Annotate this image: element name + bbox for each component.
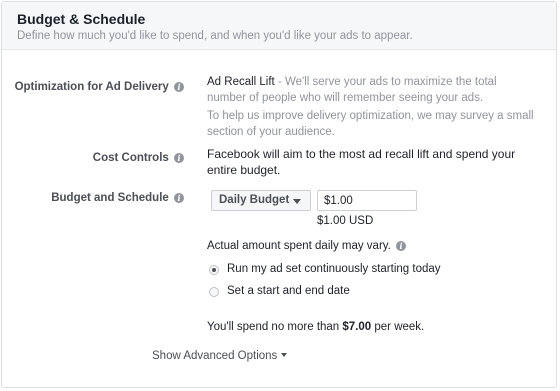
- optimization-name: Ad Recall Lift: [207, 76, 275, 88]
- info-icon[interactable]: i: [396, 241, 407, 251]
- budget-schedule-card: Budget & Schedule Define how much you'd …: [1, 1, 557, 388]
- optimization-value: Ad Recall Lift - We'll serve your ads to…: [207, 74, 537, 106]
- show-advanced-options-link[interactable]: Show Advanced Options: [152, 350, 288, 362]
- summary-amount: $7.00: [342, 321, 372, 333]
- info-icon[interactable]: i: [174, 82, 184, 92]
- budget-type-selected: Daily Budget: [219, 194, 290, 206]
- section-header: Budget & Schedule Define how much you'd …: [2, 2, 556, 50]
- radio-run-continuously-label[interactable]: Run my ad set continuously starting toda…: [227, 263, 441, 275]
- cost-controls-value: Facebook will aim to the most ad recall …: [207, 147, 516, 177]
- summary-prefix: You'll spend no more than: [207, 321, 343, 333]
- weekly-spend-summary: You'll spend no more than $7.00 per week…: [207, 319, 424, 335]
- cost-controls-label-text: Cost Controls: [92, 152, 169, 164]
- budget-schedule-label: Budget and Schedule i: [51, 192, 184, 204]
- radio-start-end-date-label[interactable]: Set a start and end date: [227, 285, 350, 297]
- info-icon[interactable]: i: [174, 153, 184, 163]
- section-subtitle: Define how much you'd like to spend, and…: [17, 30, 413, 42]
- budget-type-dropdown[interactable]: Daily Budget: [211, 190, 311, 211]
- cost-controls-label: Cost Controls i: [93, 152, 184, 164]
- caret-down-icon: [293, 199, 301, 204]
- radio-run-continuously[interactable]: [209, 265, 219, 275]
- daily-spend-note: Actual amount spent daily may vary. i: [207, 238, 407, 254]
- caret-down-icon: [281, 353, 288, 357]
- daily-spend-note-text: Actual amount spent daily may vary.: [207, 240, 391, 252]
- budget-amount-display: $1.00 USD: [317, 215, 374, 227]
- section-title: Budget & Schedule: [17, 11, 146, 27]
- optimization-survey-note: To help us improve delivery optimization…: [207, 110, 534, 138]
- budget-schedule-label-text: Budget and Schedule: [51, 192, 169, 204]
- summary-suffix: per week.: [371, 321, 425, 333]
- optimization-label-text: Optimization for Ad Delivery: [14, 81, 169, 93]
- budget-amount-input[interactable]: [317, 190, 417, 211]
- radio-start-end-date[interactable]: [209, 287, 219, 297]
- optimization-label: Optimization for Ad Delivery i: [15, 81, 184, 93]
- show-advanced-options-label: Show Advanced Options: [152, 350, 278, 362]
- info-icon[interactable]: i: [174, 193, 184, 203]
